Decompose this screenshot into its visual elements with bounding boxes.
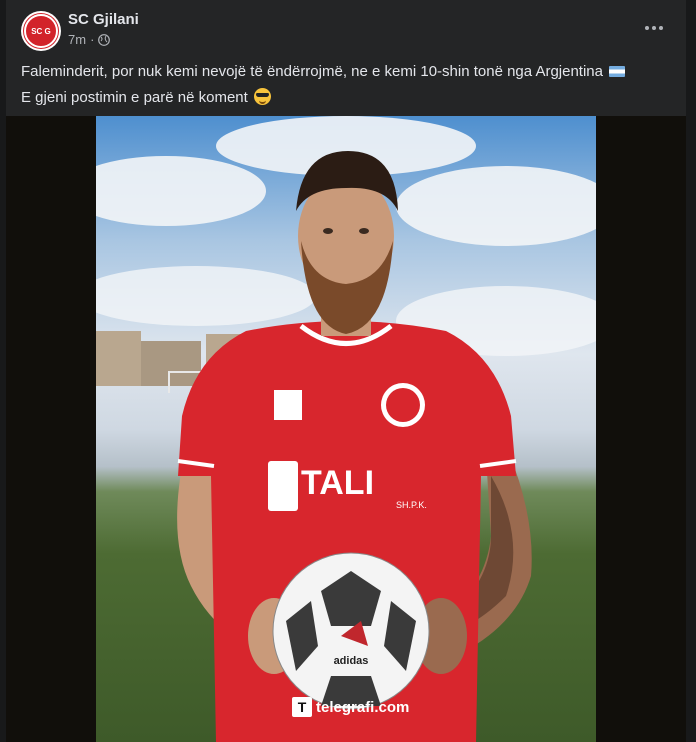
jersey-sponsor: TALI (301, 464, 374, 502)
post-time[interactable]: 7m (68, 32, 86, 47)
post-header: SC G SC Gjilani 7m · (6, 0, 686, 58)
argentina-flag-icon (609, 66, 626, 77)
club-crest-icon: SC G (24, 14, 58, 48)
globe-icon[interactable] (98, 33, 111, 46)
sunglasses-emoji-icon (253, 88, 271, 105)
caption-text-1: Faleminderit, por nuk kemi nevojë të ënd… (21, 63, 603, 80)
ball-brand: adidas (334, 655, 369, 667)
jersey-sponsor-sub: SH.P.K. (396, 500, 427, 510)
more-dot-icon (652, 26, 656, 30)
player-illustration: TALI SH.P.K. adidas (177, 151, 532, 742)
post-photo[interactable]: TALI SH.P.K. adidas T telegrafi.com (96, 116, 596, 742)
watermark-text: telegrafi.com (316, 698, 410, 716)
more-dot-icon (659, 26, 663, 30)
post-media[interactable]: TALI SH.P.K. adidas T telegrafi.com (6, 116, 686, 742)
watermark: T telegrafi.com (292, 697, 409, 717)
post-caption: Faleminderit, por nuk kemi nevojë të ënd… (21, 60, 671, 109)
post-meta: 7m · (68, 32, 111, 47)
more-options-button[interactable] (642, 16, 666, 40)
telegrafi-logo-icon: T (292, 697, 312, 717)
facebook-post: SC G SC Gjilani 7m · Faleminderit, por n… (6, 0, 686, 742)
page-avatar[interactable]: SC G (21, 11, 61, 51)
separator-dot: · (90, 32, 95, 47)
caption-text-2: E gjeni postimin e parë në koment (21, 89, 248, 106)
caption-line-1: Faleminderit, por nuk kemi nevojë të ënd… (21, 60, 671, 83)
caption-line-2: E gjeni postimin e parë në koment (21, 86, 671, 109)
avatar-text: SC G (31, 26, 51, 36)
page-name[interactable]: SC Gjilani (68, 11, 139, 28)
more-dot-icon (645, 26, 649, 30)
